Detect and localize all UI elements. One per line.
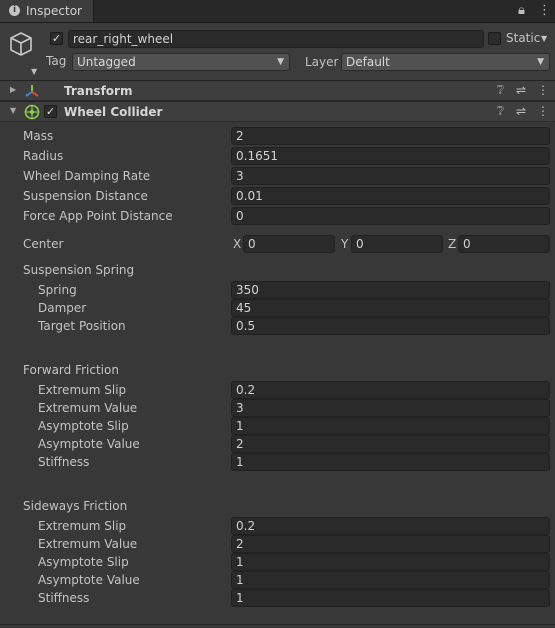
wheel-collider-component-header[interactable]: ▼ ✓ Wheel Collider ❔︎ ⇌ ⋮ [0, 101, 555, 122]
forward-extremum-slip-input[interactable]: 0.2 [231, 381, 550, 399]
forward-friction-label: Forward Friction [23, 363, 119, 377]
forward-stiffness-input[interactable]: 1 [231, 453, 550, 471]
prop-label-asymptote-slip: Asymptote Slip [38, 555, 129, 569]
prop-label-stiffness: Stiffness [38, 591, 90, 605]
sideways-extremum-value-input[interactable]: 2 [231, 535, 550, 553]
forward-asymptote-value-input[interactable]: 2 [231, 435, 550, 453]
foldout-collapsed-icon[interactable]: ▶ [10, 85, 16, 94]
sideways-stiffness-input[interactable]: 1 [231, 589, 550, 607]
prop-label-radius: Radius [23, 149, 64, 163]
prop-label-extremum-value: Extremum Value [38, 537, 138, 551]
transform-axes-icon [25, 85, 39, 97]
component-menu-icon[interactable]: ⋮ [537, 83, 549, 97]
center-y-input[interactable]: 0 [351, 235, 443, 253]
prop-label-stiffness: Stiffness [38, 455, 90, 469]
static-dropdown-icon[interactable]: ▼ [541, 34, 547, 43]
center-z-label: Z [448, 237, 457, 251]
prop-label-spring: Spring [38, 283, 77, 297]
help-icon[interactable]: ❔︎ [497, 104, 504, 119]
mass-input[interactable]: 2 [231, 127, 550, 145]
sideways-friction-label: Sideways Friction [23, 499, 128, 513]
icon-dropdown-caret-icon[interactable]: ▼ [31, 67, 37, 76]
tab-inspector[interactable]: i Inspector [0, 0, 94, 22]
spring-input[interactable]: 350 [231, 281, 550, 299]
bottom-divider [0, 624, 555, 625]
center-x-input[interactable]: 0 [243, 235, 335, 253]
transform-component-header[interactable]: ▶ Transform ❔︎ ⇌ ⋮ [0, 80, 555, 101]
prop-label-mass: Mass [23, 129, 54, 143]
layer-dropdown[interactable]: Default ▼ [341, 53, 550, 71]
tag-label: Tag [46, 54, 67, 68]
prop-label-asymptote-slip: Asymptote Slip [38, 419, 129, 433]
damper-input[interactable]: 45 [231, 299, 550, 317]
prop-label-wheel-damping-rate: Wheel Damping Rate [23, 169, 151, 183]
forward-asymptote-slip-input[interactable]: 1 [231, 417, 550, 435]
layer-label: Layer [305, 55, 339, 69]
prop-label-asymptote-value: Asymptote Value [38, 437, 140, 451]
help-icon[interactable]: ❔︎ [497, 83, 504, 98]
prop-label-extremum-slip: Extremum Slip [38, 519, 127, 533]
more-options-icon[interactable]: ⋮ [538, 3, 551, 18]
center-label: Center [23, 237, 64, 251]
chevron-down-icon: ▼ [277, 57, 284, 67]
info-icon: i [9, 5, 20, 16]
preset-sliders-icon[interactable]: ⇌ [516, 104, 526, 118]
static-label: Static [506, 31, 541, 45]
layer-value: Default [346, 55, 390, 69]
active-checkbox[interactable]: ✓ [50, 32, 63, 45]
tab-title: Inspector [26, 4, 82, 18]
wheel-collider-enabled-checkbox[interactable]: ✓ [44, 105, 57, 118]
lock-icon[interactable]: 🔒︎ [518, 3, 525, 18]
preset-sliders-icon[interactable]: ⇌ [516, 83, 526, 97]
gameobject-name-input[interactable]: rear_right_wheel [68, 30, 484, 48]
prop-label-extremum-value: Extremum Value [38, 401, 138, 415]
sideways-asymptote-slip-input[interactable]: 1 [231, 553, 550, 571]
tag-dropdown[interactable]: Untagged ▼ [72, 53, 290, 71]
target-position-input[interactable]: 0.5 [231, 317, 550, 335]
forward-extremum-value-input[interactable]: 3 [231, 399, 550, 417]
force-app-point-distance-input[interactable]: 0 [231, 207, 550, 225]
gameobject-header: ▼ ✓ rear_right_wheel Static ▼ Tag Untagg… [0, 23, 555, 81]
transform-title: Transform [64, 84, 133, 98]
chevron-down-icon: ▼ [537, 57, 544, 67]
gameobject-cube-icon[interactable] [8, 31, 34, 57]
wheel-collider-title: Wheel Collider [64, 105, 163, 119]
prop-label-suspension-distance: Suspension Distance [23, 189, 148, 203]
prop-label-asymptote-value: Asymptote Value [38, 573, 140, 587]
suspension-spring-label: Suspension Spring [23, 263, 135, 277]
prop-label-force-app-point-distance: Force App Point Distance [23, 209, 173, 223]
center-x-label: X [233, 237, 242, 251]
component-menu-icon[interactable]: ⋮ [537, 104, 549, 118]
wheel-damping-rate-input[interactable]: 3 [231, 167, 550, 185]
sideways-asymptote-value-input[interactable]: 1 [231, 571, 550, 589]
suspension-distance-input[interactable]: 0.01 [231, 187, 550, 205]
tag-value: Untagged [77, 55, 136, 69]
prop-label-target-position: Target Position [38, 319, 126, 333]
prop-label-extremum-slip: Extremum Slip [38, 383, 127, 397]
foldout-expanded-icon[interactable]: ▼ [10, 106, 16, 115]
radius-input[interactable]: 0.1651 [231, 147, 550, 165]
center-y-label: Y [341, 237, 349, 251]
tab-bar: i Inspector 🔒︎ ⋮ [0, 0, 555, 23]
prop-label-damper: Damper [38, 301, 87, 315]
center-z-input[interactable]: 0 [458, 235, 550, 253]
wheel-collider-icon [24, 104, 40, 120]
sideways-extremum-slip-input[interactable]: 0.2 [231, 517, 550, 535]
static-checkbox[interactable] [488, 32, 501, 45]
